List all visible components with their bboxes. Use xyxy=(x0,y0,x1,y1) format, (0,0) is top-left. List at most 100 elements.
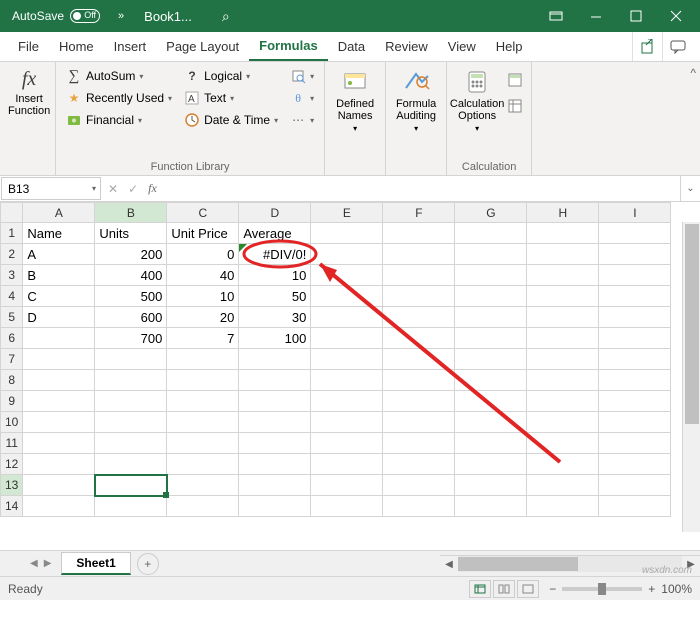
share-button[interactable] xyxy=(632,32,662,61)
col-header[interactable]: E xyxy=(311,203,383,223)
tab-file[interactable]: File xyxy=(8,32,49,61)
lookup-button[interactable]: ▾ xyxy=(286,66,318,86)
ribbon-display-options[interactable] xyxy=(536,0,576,32)
view-page-break-button[interactable] xyxy=(517,580,539,598)
tab-view[interactable]: View xyxy=(438,32,486,61)
row-header[interactable]: 10 xyxy=(1,412,23,433)
logical-button[interactable]: ?Logical▾ xyxy=(180,66,282,86)
row-header[interactable]: 9 xyxy=(1,391,23,412)
select-all-corner[interactable] xyxy=(1,203,23,223)
calc-sheet-button[interactable] xyxy=(505,96,525,116)
tab-formulas[interactable]: Formulas xyxy=(249,32,328,61)
fill-handle[interactable] xyxy=(163,492,169,498)
fx-icon[interactable]: fx xyxy=(148,181,157,196)
cell[interactable]: Name xyxy=(23,223,95,244)
row-header[interactable]: 1 xyxy=(1,223,23,244)
cell[interactable]: 20 xyxy=(167,307,239,328)
insert-function-button[interactable]: fx Insert Function xyxy=(6,66,52,171)
col-header[interactable]: A xyxy=(23,203,95,223)
autosum-button[interactable]: ∑AutoSum▾ xyxy=(62,66,176,86)
col-header[interactable]: F xyxy=(383,203,455,223)
collapse-ribbon-icon[interactable]: ^ xyxy=(690,66,696,80)
cell[interactable]: 500 xyxy=(95,286,167,307)
more-functions-button[interactable]: ⋯▾ xyxy=(286,110,318,130)
math-button[interactable]: θ▾ xyxy=(286,88,318,108)
selected-cell[interactable] xyxy=(95,475,167,496)
cancel-icon[interactable]: ✕ xyxy=(108,182,118,196)
row-header[interactable]: 12 xyxy=(1,454,23,475)
sheet-tab[interactable]: Sheet1 xyxy=(61,552,130,575)
autosave-toggle[interactable]: AutoSave Off xyxy=(4,9,108,23)
cell[interactable]: 10 xyxy=(239,265,311,286)
row-header[interactable]: 6 xyxy=(1,328,23,349)
cell[interactable]: D xyxy=(23,307,95,328)
zoom-in-button[interactable]: + xyxy=(648,582,655,596)
enter-icon[interactable]: ✓ xyxy=(128,182,138,196)
cell[interactable]: Units xyxy=(95,223,167,244)
cell[interactable]: 200 xyxy=(95,244,167,265)
zoom-slider[interactable] xyxy=(562,587,642,591)
defined-names-button[interactable]: Defined Names ▾ xyxy=(331,66,379,171)
tab-page-layout[interactable]: Page Layout xyxy=(156,32,249,61)
formula-input[interactable] xyxy=(163,176,680,201)
search-icon[interactable]: ⌕ xyxy=(202,8,250,25)
col-header[interactable]: G xyxy=(455,203,527,223)
sheet-nav-prev[interactable]: ◀ xyxy=(30,558,38,569)
cell[interactable]: 700 xyxy=(95,328,167,349)
text-button[interactable]: AText▾ xyxy=(180,88,282,108)
row-header[interactable]: 8 xyxy=(1,370,23,391)
zoom-level[interactable]: 100% xyxy=(661,582,692,596)
cell[interactable]: 400 xyxy=(95,265,167,286)
add-sheet-button[interactable]: + xyxy=(137,553,159,575)
col-header[interactable]: D xyxy=(239,203,311,223)
close-button[interactable] xyxy=(656,0,696,32)
cell[interactable]: C xyxy=(23,286,95,307)
cell[interactable]: 7 xyxy=(167,328,239,349)
cell[interactable]: 100 xyxy=(239,328,311,349)
cell[interactable]: 0 xyxy=(167,244,239,265)
date-time-button[interactable]: Date & Time▾ xyxy=(180,110,282,130)
tab-home[interactable]: Home xyxy=(49,32,104,61)
row-header[interactable]: 2 xyxy=(1,244,23,265)
row-header[interactable]: 13 xyxy=(1,475,23,496)
cell[interactable]: 40 xyxy=(167,265,239,286)
calc-now-button[interactable] xyxy=(505,70,525,90)
cell[interactable]: Unit Price xyxy=(167,223,239,244)
name-box[interactable]: B13▾ xyxy=(1,177,101,200)
cell[interactable]: 600 xyxy=(95,307,167,328)
col-header[interactable]: C xyxy=(167,203,239,223)
tab-review[interactable]: Review xyxy=(375,32,438,61)
financial-button[interactable]: Financial▾ xyxy=(62,110,176,130)
view-normal-button[interactable] xyxy=(469,580,491,598)
vertical-scrollbar[interactable] xyxy=(682,222,700,532)
toggle-switch[interactable]: Off xyxy=(70,9,100,23)
maximize-button[interactable] xyxy=(616,0,656,32)
col-header[interactable]: H xyxy=(527,203,599,223)
minimize-button[interactable] xyxy=(576,0,616,32)
cell-error[interactable]: #DIV/0! xyxy=(239,244,311,265)
row-header[interactable]: 4 xyxy=(1,286,23,307)
comments-button[interactable] xyxy=(662,32,692,61)
row-header[interactable]: 11 xyxy=(1,433,23,454)
row-header[interactable]: 14 xyxy=(1,496,23,517)
sheet-nav-next[interactable]: ▶ xyxy=(44,558,52,569)
tab-insert[interactable]: Insert xyxy=(104,32,157,61)
calculation-options-button[interactable]: Calculation Options ▾ xyxy=(453,66,501,159)
cell[interactable]: B xyxy=(23,265,95,286)
row-header[interactable]: 7 xyxy=(1,349,23,370)
cell[interactable]: 10 xyxy=(167,286,239,307)
cell[interactable] xyxy=(23,328,95,349)
col-header[interactable]: B xyxy=(95,203,167,223)
view-page-layout-button[interactable] xyxy=(493,580,515,598)
row-header[interactable]: 3 xyxy=(1,265,23,286)
row-header[interactable]: 5 xyxy=(1,307,23,328)
expand-formula-bar[interactable]: ⌄ xyxy=(680,176,700,201)
tab-help[interactable]: Help xyxy=(486,32,533,61)
zoom-out-button[interactable]: − xyxy=(549,582,556,596)
zoom-control[interactable]: − + 100% xyxy=(549,582,692,596)
col-header[interactable]: I xyxy=(599,203,671,223)
qat-overflow[interactable]: » xyxy=(108,10,134,22)
recently-used-button[interactable]: ★Recently Used▾ xyxy=(62,88,176,108)
cell[interactable]: 50 xyxy=(239,286,311,307)
tab-data[interactable]: Data xyxy=(328,32,375,61)
